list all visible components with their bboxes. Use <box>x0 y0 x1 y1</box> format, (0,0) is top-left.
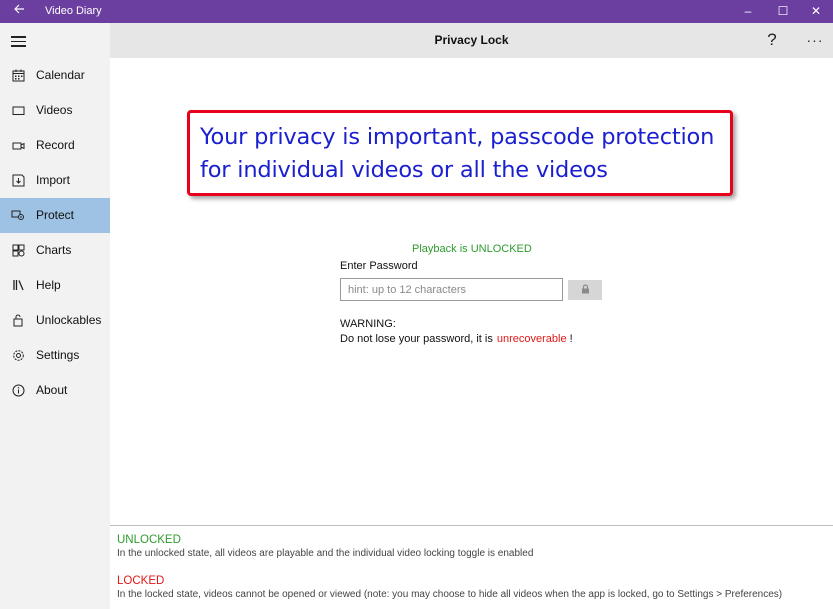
warning-text: Do not lose your password, it is unrecove… <box>340 333 573 345</box>
sidebar-item-label: About <box>36 383 68 397</box>
warning-suffix: ! <box>569 333 573 345</box>
sidebar-item-label: Record <box>36 138 75 152</box>
playback-status: Playback is UNLOCKED <box>412 243 532 255</box>
more-options-button[interactable]: ··· <box>803 29 827 51</box>
sidebar-item-about[interactable]: About <box>0 373 110 408</box>
sidebar-item-settings[interactable]: Settings <box>0 338 110 373</box>
sidebar-item-help[interactable]: Help <box>0 268 110 303</box>
maximize-button[interactable]: ☐ <box>765 0 801 23</box>
sidebar-item-label: Charts <box>36 243 72 257</box>
divider <box>110 525 833 526</box>
password-label: Enter Password <box>340 260 418 272</box>
hamburger-menu-button[interactable] <box>0 23 110 58</box>
videos-icon <box>10 102 26 118</box>
sidebar-item-import[interactable]: Import <box>0 163 110 198</box>
sidebar-item-calendar[interactable]: Calendar <box>0 58 110 93</box>
sidebar-item-videos[interactable]: Videos <box>0 93 110 128</box>
sidebar-item-record[interactable]: Record <box>0 128 110 163</box>
sidebar-item-label: Videos <box>36 103 73 117</box>
warning-emphasis: unrecoverable <box>496 333 567 345</box>
close-button[interactable]: ✕ <box>798 0 833 23</box>
gear-icon <box>10 347 26 363</box>
info-icon <box>10 382 26 398</box>
unlocked-title: UNLOCKED <box>117 534 181 546</box>
calendar-icon <box>10 67 26 83</box>
sidebar-item-label: Calendar <box>36 68 85 82</box>
lock-button[interactable] <box>568 280 602 300</box>
sidebar-item-charts[interactable]: Charts <box>0 233 110 268</box>
unlockables-icon <box>10 312 26 328</box>
protect-icon <box>10 207 26 223</box>
record-icon <box>10 137 26 153</box>
sidebar-item-label: Help <box>36 278 61 292</box>
sidebar-item-label: Import <box>36 173 71 187</box>
charts-icon <box>10 242 26 258</box>
sidebar: Calendar Videos Record Import Protect Ch… <box>0 23 110 609</box>
locked-description: In the locked state, videos cannot be op… <box>117 589 783 600</box>
password-input[interactable] <box>340 278 563 301</box>
lock-icon <box>581 281 590 299</box>
page-header: Privacy Lock ? ··· <box>110 23 833 58</box>
warning-message: Do not lose your password, it is <box>340 333 493 345</box>
back-arrow-icon[interactable] <box>10 2 28 20</box>
unlocked-description: In the unlocked state, all videos are pl… <box>117 548 534 559</box>
sidebar-item-label: Settings <box>36 348 80 362</box>
title-bar: Video Diary – ☐ ✕ <box>0 0 833 23</box>
callout-box: Your privacy is important, passcode prot… <box>187 110 733 196</box>
import-icon <box>10 172 26 188</box>
warning-title: WARNING: <box>340 318 396 330</box>
page-title: Privacy Lock <box>434 33 509 47</box>
sidebar-item-label: Protect <box>36 208 75 222</box>
main-content: Your privacy is important, passcode prot… <box>110 58 833 609</box>
locked-title: LOCKED <box>117 575 165 587</box>
app-title: Video Diary <box>45 5 102 17</box>
sidebar-item-unlockables[interactable]: Unlockables <box>0 303 110 338</box>
help-button[interactable]: ? <box>761 29 783 51</box>
minimize-button[interactable]: – <box>730 0 766 23</box>
hamburger-icon <box>11 36 26 47</box>
sidebar-item-protect[interactable]: Protect <box>0 198 110 233</box>
callout-text: Your privacy is important, passcode prot… <box>200 124 715 183</box>
help-books-icon <box>10 277 26 293</box>
sidebar-item-label: Unlockables <box>36 313 102 327</box>
